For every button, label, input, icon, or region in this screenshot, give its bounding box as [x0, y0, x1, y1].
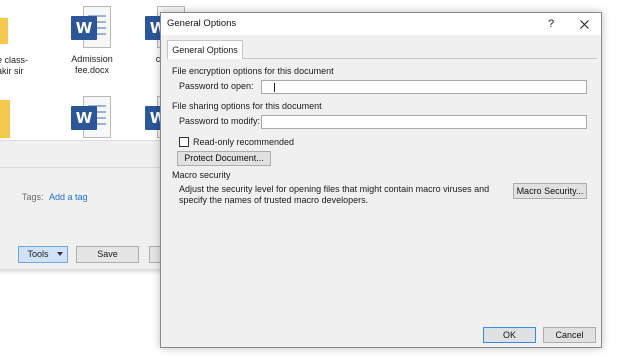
word-document-icon: W — [71, 96, 113, 140]
password-to-open-field[interactable] — [261, 80, 587, 94]
file-item-word-doc[interactable]: W — [62, 96, 122, 144]
password-to-modify-field[interactable] — [261, 115, 587, 129]
tools-button-label: Tools — [27, 249, 49, 259]
file-name-line2: Jakir sir — [0, 66, 24, 76]
dialog-titlebar[interactable]: General Options ? — [161, 13, 601, 35]
macro-description: Adjust the security level for opening fi… — [179, 184, 490, 205]
password-modify-label: Password to modify: — [179, 116, 261, 126]
word-document-icon: W — [71, 6, 113, 50]
encryption-section-heading: File encryption options for this documen… — [172, 66, 334, 76]
dropdown-arrow-icon — [57, 252, 63, 256]
read-only-checkbox[interactable] — [179, 137, 189, 147]
macro-security-button[interactable]: Macro Security... — [513, 183, 587, 199]
close-button[interactable] — [571, 15, 597, 33]
file-item-admission-fee[interactable]: W Admission fee.docx — [62, 6, 122, 76]
protect-document-button[interactable]: Protect Document... — [177, 151, 271, 166]
window-shadow — [0, 269, 160, 275]
dialog-title: General Options — [167, 18, 237, 29]
save-button[interactable]: Save — [76, 246, 139, 263]
folder-icon — [0, 18, 8, 44]
close-icon — [579, 20, 589, 29]
text-cursor — [274, 83, 275, 92]
general-options-dialog: General Options ? General Options File e… — [160, 12, 602, 348]
ok-button[interactable]: OK — [483, 327, 536, 343]
file-name-line1: Admission — [71, 54, 113, 64]
divider — [0, 167, 160, 168]
macro-section-heading: Macro security — [172, 170, 231, 180]
tools-button[interactable]: Tools — [18, 246, 68, 263]
sharing-section-heading: File sharing options for this document — [172, 101, 322, 111]
help-button[interactable]: ? — [543, 15, 559, 33]
save-dialog-footer: Tags: Add a tag Tools Save — [0, 140, 163, 270]
file-item-line-class[interactable]: line class- Jakir sir — [0, 55, 38, 77]
help-icon: ? — [547, 18, 555, 30]
tab-general-options[interactable]: General Options — [167, 40, 243, 59]
file-name-line2: fee.docx — [74, 65, 110, 75]
cancel-button[interactable]: Cancel — [543, 327, 596, 343]
read-only-label[interactable]: Read-only recommended — [193, 137, 294, 147]
tags-label: Tags: — [22, 192, 44, 202]
add-tag-link[interactable]: Add a tag — [49, 192, 88, 202]
folder-icon — [0, 100, 10, 138]
password-open-label: Password to open: — [179, 81, 254, 91]
file-name-line1: line class- — [0, 55, 28, 65]
